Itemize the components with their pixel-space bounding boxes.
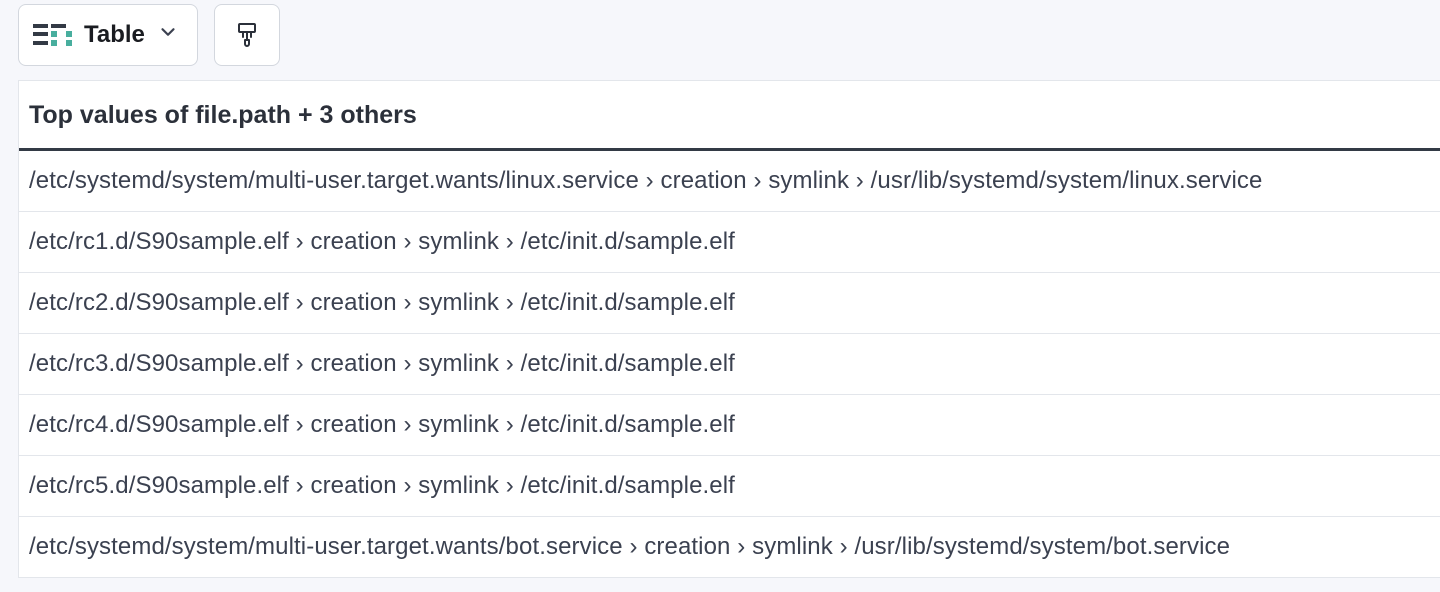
table-header: Top values of file.path + 3 others xyxy=(19,81,1440,151)
table-row[interactable]: /etc/rc2.d/S90sample.elf › creation › sy… xyxy=(19,273,1440,334)
table-row[interactable]: /etc/systemd/system/multi-user.target.wa… xyxy=(19,151,1440,212)
brush-icon xyxy=(235,22,259,48)
results-table: Top values of file.path + 3 others /etc/… xyxy=(18,80,1440,578)
toolbar: Table xyxy=(0,0,1440,80)
view-selector-label: Table xyxy=(84,21,145,49)
table-row[interactable]: /etc/rc4.d/S90sample.elf › creation › sy… xyxy=(19,395,1440,456)
table-icon xyxy=(33,24,72,46)
table-row[interactable]: /etc/rc5.d/S90sample.elf › creation › sy… xyxy=(19,456,1440,517)
view-selector-button[interactable]: Table xyxy=(18,4,198,66)
brush-button[interactable] xyxy=(214,4,280,66)
chevron-down-icon xyxy=(157,21,179,50)
table-row[interactable]: /etc/systemd/system/multi-user.target.wa… xyxy=(19,517,1440,578)
table-row[interactable]: /etc/rc1.d/S90sample.elf › creation › sy… xyxy=(19,212,1440,273)
table-row[interactable]: /etc/rc3.d/S90sample.elf › creation › sy… xyxy=(19,334,1440,395)
table-body: /etc/systemd/system/multi-user.target.wa… xyxy=(19,151,1440,578)
